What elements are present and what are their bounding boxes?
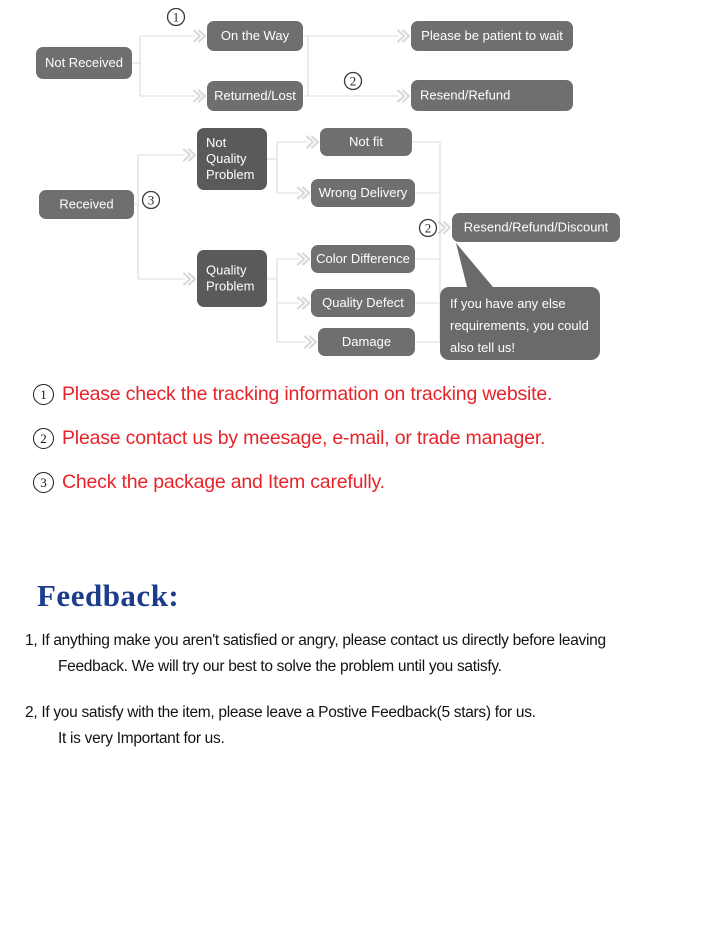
flow-node-label: Not Received	[45, 55, 123, 70]
feedback-lines: 1, If anything make you aren't satisfied…	[0, 614, 710, 752]
flow-node-resend-refund[interactable]: Resend/Refund	[411, 80, 573, 111]
flow-node-label: Problem	[206, 167, 254, 182]
callout-line: If you have any else	[450, 296, 566, 311]
flow-node-not-fit[interactable]: Not fit	[320, 128, 412, 156]
flow-node-label: On the Way	[221, 28, 290, 43]
note-text: Check the package and Item carefully.	[62, 470, 385, 493]
flow-node-quality-defect[interactable]: Quality Defect	[311, 289, 415, 317]
returns-flowchart: Not Received On the Way Returned/Lost Pleas…	[36, 7, 620, 360]
flow-node-label: Returned/Lost	[214, 88, 296, 103]
flow-node-returned-lost[interactable]: Returned/Lost	[207, 81, 303, 111]
step-marker-number: 1	[173, 10, 180, 25]
flow-node-label: Received	[59, 197, 113, 212]
flow-node-label: Not fit	[349, 134, 383, 149]
callout-line: also tell us!	[450, 340, 515, 355]
flow-node-color-difference[interactable]: Color Difference	[311, 245, 415, 273]
note-row: 1 Please check the tracking information o…	[0, 372, 710, 416]
callout-line: requirements, you could	[450, 318, 589, 333]
flow-node-label: Quality	[206, 151, 247, 166]
numbered-notes: 1 Please check the tracking information o…	[0, 372, 710, 504]
note-row: 2 Please contact us by meesage, e-mail, o…	[0, 416, 710, 460]
flow-node-label: Wrong Delivery	[319, 185, 408, 200]
note-text: Please contact us by meesage, e-mail, or…	[62, 426, 546, 449]
feedback-line: It is very Important for us.	[58, 730, 225, 747]
note-row: 3 Check the package and Item carefully.	[0, 460, 710, 504]
feedback-title: Feedback:	[37, 578, 180, 613]
feedback-section: Feedback: 1, If anything make you aren't…	[0, 578, 710, 752]
flow-node-resend-refund-discount[interactable]: Resend/Refund/Discount	[452, 213, 620, 242]
feedback-line: 2, If you satisfy with the item, please …	[25, 704, 536, 721]
flow-node-quality-problem[interactable]: QualityProblem	[197, 250, 267, 307]
step-marker-marker-1: 1	[166, 7, 186, 27]
flow-node-please-be-patient[interactable]: Please be patient to wait	[411, 21, 573, 51]
note-number-circle: 2	[33, 427, 54, 449]
flow-node-on-the-way[interactable]: On the Way	[207, 21, 303, 51]
flow-node-label: Damage	[342, 334, 391, 349]
flow-node-wrong-delivery[interactable]: Wrong Delivery	[311, 179, 415, 207]
step-marker-number: 3	[148, 193, 155, 208]
note-number-circle: 1	[33, 383, 54, 405]
flow-node-not-quality-problem[interactable]: NotQualityProblem	[197, 128, 267, 190]
step-marker-number: 2	[425, 221, 432, 236]
callout-bubble: If you have any else requirements, you co…	[440, 243, 600, 360]
flow-node-label: Quality	[206, 263, 247, 278]
feedback-line: Feedback. We will try our best to solve …	[58, 658, 502, 675]
flow-node-label: Please be patient to wait	[421, 28, 563, 43]
feedback-spacer	[25, 680, 710, 700]
flow-node-label: Resend/Refund/Discount	[464, 220, 609, 235]
flow-node-received[interactable]: Received	[39, 190, 134, 219]
flow-node-label: Problem	[206, 279, 254, 294]
flow-node-damage[interactable]: Damage	[318, 328, 415, 356]
callout-group: If you have any else requirements, you co…	[440, 243, 600, 360]
step-marker-number: 2	[350, 74, 357, 89]
step-marker-marker-2-top: 2	[343, 71, 363, 91]
flow-node-label: Color Difference	[316, 251, 410, 266]
step-marker-marker-2-mid: 2	[418, 218, 438, 238]
flow-node-label: Quality Defect	[322, 295, 404, 310]
flow-node-label: Resend/Refund	[420, 88, 510, 103]
feedback-line: 1, If anything make you aren't satisfied…	[25, 632, 606, 649]
flow-node-label: Not	[206, 135, 227, 150]
flow-node-not-received[interactable]: Not Received	[36, 47, 132, 79]
note-number-circle: 3	[33, 471, 54, 493]
note-text: Please check the tracking information on…	[62, 382, 553, 405]
step-marker-marker-3: 3	[141, 190, 161, 210]
